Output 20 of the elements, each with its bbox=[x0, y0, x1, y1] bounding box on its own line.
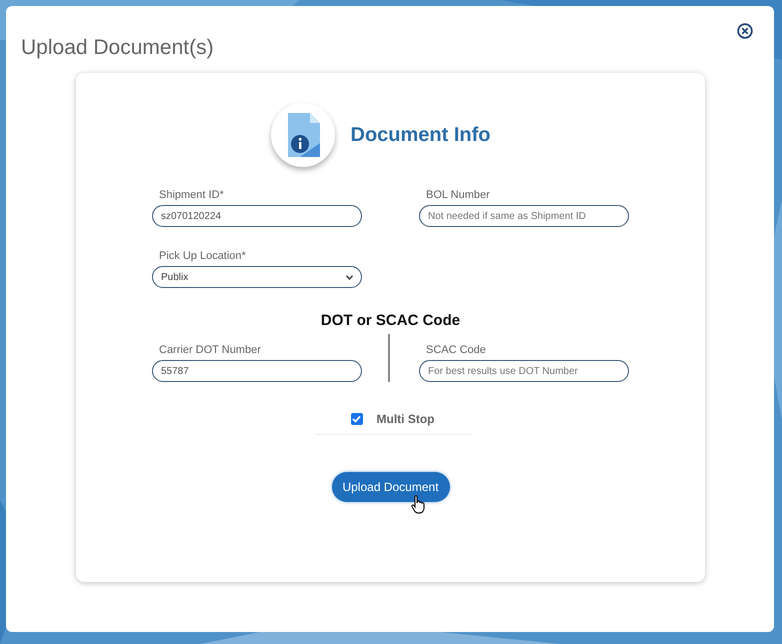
input-field[interactable]: For best results use DOT Number bbox=[419, 360, 629, 382]
section-heading: DOT or SCAC Code bbox=[320, 312, 460, 329]
dialog-title: Upload Document(s) bbox=[21, 36, 214, 60]
dropdown[interactable]: Publix bbox=[152, 266, 362, 288]
input-field[interactable]: sz070120224 bbox=[152, 205, 362, 227]
close-icon[interactable] bbox=[737, 23, 753, 39]
input-field[interactable]: 55787 bbox=[152, 360, 362, 382]
field-label: SCAC Code bbox=[426, 344, 486, 357]
field-label: Pick Up Location* bbox=[159, 250, 246, 263]
field-label: Carrier DOT Number bbox=[159, 344, 261, 357]
caret-icon bbox=[346, 274, 353, 280]
checkbox[interactable] bbox=[350, 413, 362, 425]
checkbox-label: Multi Stop bbox=[376, 412, 434, 426]
input-field[interactable]: Not needed if same as Shipment ID bbox=[419, 205, 629, 227]
field-label: Shipment ID* bbox=[159, 189, 224, 202]
section-heading: Document Info bbox=[350, 124, 490, 146]
upload-button[interactable]: Upload Document bbox=[332, 472, 450, 502]
field-label: BOL Number bbox=[426, 189, 490, 202]
document-info-icon bbox=[270, 103, 334, 167]
hand-cursor-icon bbox=[411, 495, 425, 514]
